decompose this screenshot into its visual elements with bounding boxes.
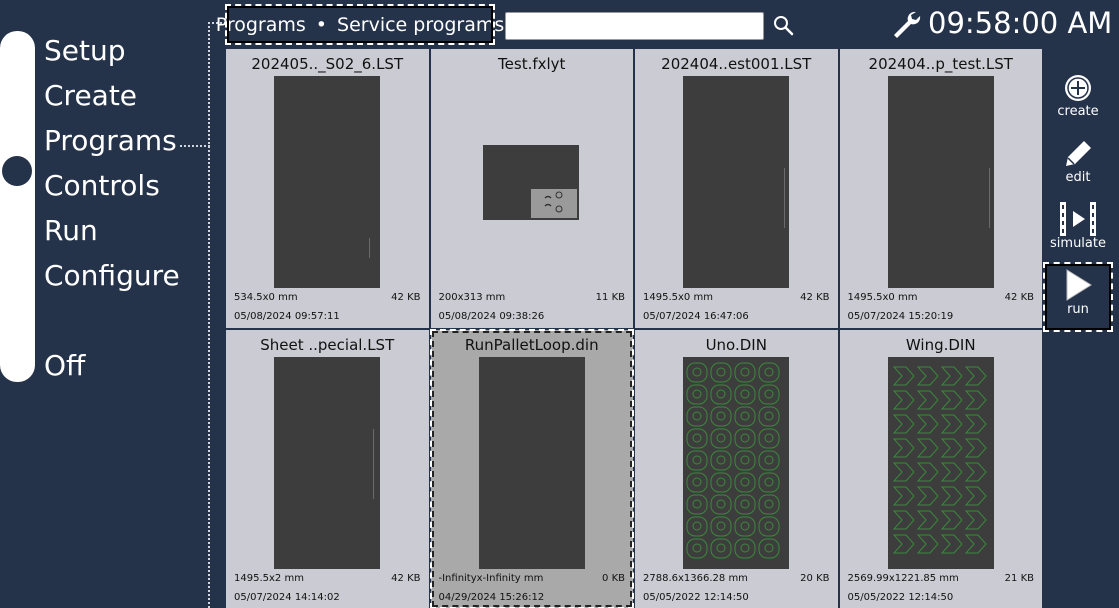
- nav-connector-line: [180, 145, 210, 147]
- wrench-icon[interactable]: [890, 8, 922, 40]
- program-date: 05/07/2024 15:20:19: [847, 311, 954, 322]
- program-dimensions: 2788.6x1366.28 mm: [643, 572, 748, 584]
- program-name: 202404..est001.LST: [661, 55, 812, 73]
- program-file-size: 20 KB: [800, 572, 830, 584]
- program-date: 05/08/2024 09:38:26: [438, 311, 545, 322]
- program-card[interactable]: 202404..p_test.LST 1495.5x0 mm 42 KB 05/…: [839, 49, 1042, 328]
- nav-item-controls[interactable]: Controls: [44, 169, 160, 203]
- program-dimensions: 1495.5x0 mm: [643, 292, 713, 303]
- program-name: 202405.._S02_6.LST: [251, 55, 404, 73]
- play-icon: [1066, 269, 1092, 301]
- program-name: 202404..p_test.LST: [868, 55, 1013, 73]
- preview-part-drawing: [892, 366, 987, 553]
- nav-item-run[interactable]: Run: [44, 214, 98, 248]
- program-preview: [887, 356, 994, 569]
- program-preview: [482, 145, 579, 220]
- breadcrumb-separator: •: [315, 13, 328, 36]
- program-card[interactable]: Sheet ..pecial.LST 1495.5x2 mm 42 KB 05/…: [226, 329, 429, 608]
- nav-item-create[interactable]: Create: [44, 79, 137, 113]
- program-card[interactable]: Test.fxlyt 200x313 mm 11 KB 05/08/2024 0…: [430, 49, 633, 328]
- preview-part-drawing: [686, 362, 780, 558]
- edit-button[interactable]: edit: [1043, 138, 1113, 185]
- program-name: Sheet ..pecial.LST: [260, 335, 395, 354]
- nav-item-configure[interactable]: Configure: [44, 259, 180, 293]
- preview-part-drawing: [530, 189, 577, 218]
- program-file-size: 21 KB: [1004, 572, 1034, 584]
- nav-connector-vertical: [208, 22, 210, 608]
- pencil-icon: [1066, 141, 1091, 166]
- program-card[interactable]: 202404..est001.LST 1495.5x0 mm 42 KB 05/…: [635, 49, 838, 328]
- film-play-icon: [1060, 202, 1096, 236]
- program-file-size: 42 KB: [391, 572, 421, 584]
- program-date: 05/05/2022 12:14:50: [847, 591, 954, 603]
- breadcrumb-programs[interactable]: Programs: [216, 14, 306, 36]
- program-file-size: 0 KB: [602, 572, 625, 584]
- program-dimensions: 1495.5x2 mm: [234, 572, 304, 584]
- program-card[interactable]: 202405.._S02_6.LST 534.5x0 mm 42 KB 05/0…: [226, 49, 429, 328]
- clock: 09:58:00 AM: [928, 6, 1113, 40]
- program-preview: [274, 76, 380, 288]
- preview-part-line: [373, 428, 374, 499]
- search-input[interactable]: [505, 12, 764, 40]
- program-name: Test.fxlyt: [498, 55, 566, 73]
- nav-track[interactable]: [0, 31, 35, 382]
- program-file-size: 11 KB: [595, 292, 625, 303]
- program-grid: 202405.._S02_6.LST 534.5x0 mm 42 KB 05/0…: [226, 49, 1042, 608]
- nav-item-programs[interactable]: Programs: [44, 124, 177, 158]
- program-card[interactable]: Wing.DIN 2569.99x1221.85 mm 21 KB 05/05/…: [839, 329, 1042, 608]
- program-date: 05/07/2024 14:14:02: [234, 591, 340, 603]
- program-name: RunPalletLoop.din: [464, 335, 599, 354]
- program-preview: [683, 76, 789, 288]
- run-button[interactable]: run: [1043, 262, 1113, 332]
- preview-part-line: [369, 238, 370, 258]
- program-dimensions: 534.5x0 mm: [234, 292, 298, 303]
- program-dimensions: 200x313 mm: [438, 292, 506, 303]
- create-label: create: [1057, 104, 1099, 119]
- simulate-label: simulate: [1050, 236, 1106, 251]
- create-button[interactable]: create: [1043, 72, 1113, 119]
- program-preview: [887, 76, 994, 288]
- program-name: Uno.DIN: [705, 335, 767, 354]
- program-dimensions: -Infinityx-Infinity mm: [438, 572, 544, 584]
- program-card[interactable]: Uno.DIN 2788.6x1366.28 mm 20 KB 05/05/20…: [635, 329, 838, 608]
- program-dimensions: 2569.99x1221.85 mm: [847, 572, 959, 584]
- program-preview: [478, 356, 585, 569]
- breadcrumb-service-programs[interactable]: Service programs: [337, 14, 504, 36]
- simulate-button[interactable]: simulate: [1043, 202, 1113, 251]
- preview-part-line: [784, 168, 785, 228]
- program-file-size: 42 KB: [1004, 292, 1034, 303]
- program-date: 05/08/2024 09:57:11: [234, 311, 340, 322]
- program-file-size: 42 KB: [800, 292, 830, 303]
- program-preview: [274, 356, 380, 569]
- program-preview: [683, 356, 789, 569]
- program-date: 04/29/2024 15:26:12: [438, 591, 545, 603]
- program-dimensions: 1495.5x0 mm: [847, 292, 918, 303]
- nav-item-setup[interactable]: Setup: [44, 34, 126, 68]
- preview-part-line: [988, 168, 990, 228]
- plus-circle-icon: [1065, 75, 1091, 101]
- program-file-size: 42 KB: [391, 292, 421, 303]
- run-label: run: [1067, 302, 1089, 317]
- breadcrumb: Programs • Service programs: [216, 4, 504, 45]
- nav-selection-indicator: [2, 156, 32, 186]
- program-name: Wing.DIN: [905, 335, 976, 354]
- program-date: 05/07/2024 16:47:06: [643, 311, 749, 322]
- program-date: 05/05/2022 12:14:50: [643, 591, 749, 603]
- program-card-selected[interactable]: RunPalletLoop.din -Infinityx-Infinity mm…: [429, 328, 634, 608]
- nav-item-off[interactable]: Off: [44, 349, 85, 383]
- edit-label: edit: [1065, 170, 1091, 185]
- search-icon[interactable]: [772, 14, 794, 36]
